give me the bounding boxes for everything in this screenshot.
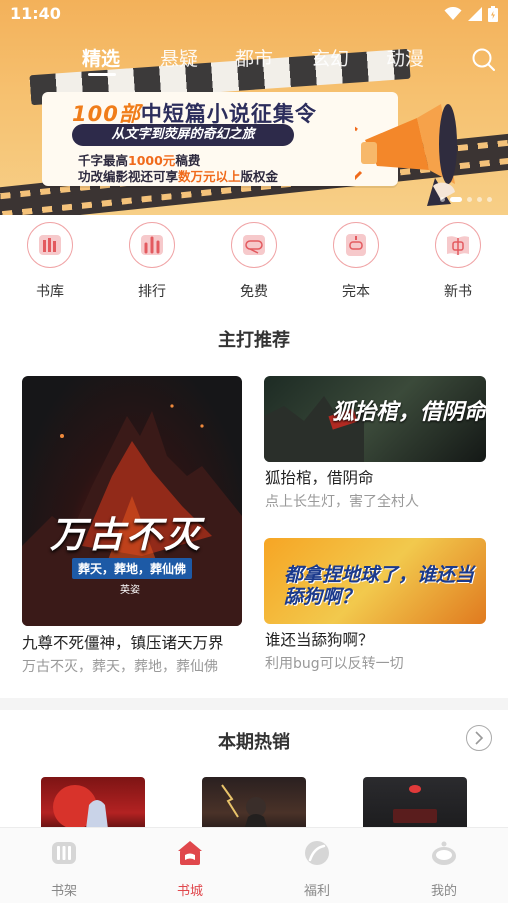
bottom-nav-label: 书架 bbox=[50, 884, 77, 899]
tab-featured[interactable]: 精选 bbox=[82, 44, 120, 71]
completed-icon-wrap bbox=[333, 222, 379, 268]
bottom-nav-label: 书城 bbox=[176, 884, 203, 899]
cover-subtitle-big: 葬天，葬地，葬仙佛 bbox=[72, 558, 193, 579]
free-icon bbox=[243, 235, 265, 255]
bookstore-icon bbox=[178, 841, 202, 865]
bottom-nav-bookshelf[interactable]: 书架 bbox=[24, 838, 104, 899]
wifi-icon bbox=[444, 7, 462, 20]
banner-line-copyright-pre: 功改编影视还可享 bbox=[78, 169, 179, 184]
cover-title-small: 都拿捏地球了，谁还当舔狗啊？ bbox=[284, 564, 475, 608]
tab-urban[interactable]: 都市 bbox=[235, 44, 273, 71]
section-divider bbox=[0, 698, 508, 710]
book-title-small[interactable]: 狐抬棺，借阴命 bbox=[265, 466, 374, 488]
carousel-dot bbox=[440, 197, 445, 202]
quick-nav-library[interactable]: 书库 bbox=[20, 222, 80, 301]
banner-line-copyright: 功改编影视还可享数万元以上版权金 bbox=[78, 166, 278, 185]
quick-nav-free[interactable]: 免费 bbox=[224, 222, 284, 301]
search-icon[interactable] bbox=[470, 46, 496, 72]
bottom-nav-label: 我的 bbox=[430, 884, 457, 899]
banner-subtitle: 从文字到荧屏的奇幻之旅 bbox=[72, 124, 294, 146]
ranking-icon-wrap bbox=[129, 222, 175, 268]
bottom-nav: 书架 书城 福利 我的 bbox=[0, 827, 508, 903]
featured-book-desc: 万古不灭，葬天，葬地，葬仙佛 bbox=[22, 659, 218, 675]
ranking-icon bbox=[141, 235, 163, 255]
quick-nav-new-books[interactable]: 新书 bbox=[428, 222, 488, 301]
megaphone-icon bbox=[355, 104, 457, 206]
carousel-dot bbox=[487, 197, 492, 202]
book-cover-small[interactable]: 狐抬棺，借阴命 bbox=[264, 376, 486, 462]
featured-book-cover-large[interactable]: 万古不灭 葬天，葬地，葬仙佛 英姿 bbox=[22, 376, 242, 626]
library-icon bbox=[39, 235, 61, 255]
profile-icon bbox=[432, 841, 456, 865]
quick-nav-label: 书库 bbox=[36, 284, 64, 300]
featured-section-title: 主打推荐 bbox=[218, 330, 290, 351]
banner-title-number: 100部 bbox=[72, 102, 141, 126]
battery-icon bbox=[488, 6, 498, 22]
status-time: 11:40 bbox=[10, 4, 61, 23]
signal-icon bbox=[468, 7, 482, 21]
quick-nav-label: 新书 bbox=[444, 284, 472, 300]
active-tab-indicator bbox=[88, 73, 116, 76]
bottom-nav-welfare[interactable]: 福利 bbox=[277, 838, 357, 899]
quick-nav-label: 完本 bbox=[342, 284, 370, 300]
carousel-dot bbox=[467, 197, 472, 202]
hot-section-title: 本期热销 bbox=[218, 732, 290, 753]
carousel-dots bbox=[440, 197, 492, 202]
banner-line-copyright-highlight: 数万元以上 bbox=[178, 169, 241, 184]
library-icon-wrap bbox=[27, 222, 73, 268]
category-tabs: 精选 悬疑 都市 玄幻 动漫 bbox=[0, 44, 508, 78]
book-desc-small: 利用bug可以反转一切 bbox=[265, 656, 404, 672]
new-book-icon bbox=[447, 236, 469, 255]
screen: 11:40 精选 悬疑 都市 玄幻 动漫 100部中短篇小说征集令 从文字到荧屏… bbox=[0, 0, 508, 903]
free-icon-wrap bbox=[231, 222, 277, 268]
carousel-dot bbox=[477, 197, 482, 202]
quick-nav-ranking[interactable]: 排行 bbox=[122, 222, 182, 301]
quick-nav: 书库 排行 免费 完本 新书 bbox=[0, 222, 508, 307]
bookshelf-icon bbox=[52, 842, 76, 864]
book-cover-small[interactable]: 都拿捏地球了，谁还当舔狗啊？ bbox=[264, 538, 486, 624]
quick-nav-label: 免费 bbox=[240, 284, 268, 300]
quick-nav-label: 排行 bbox=[138, 284, 166, 300]
bottom-nav-label: 福利 bbox=[303, 884, 330, 899]
status-icons bbox=[444, 6, 498, 22]
welfare-icon bbox=[305, 841, 329, 865]
book-desc-small: 点上长生灯，害了全村人 bbox=[265, 494, 419, 510]
banner-title-text: 中短篇小说征集令 bbox=[140, 102, 317, 126]
banner-line-copyright-post: 版权金 bbox=[240, 169, 279, 184]
featured-book-title[interactable]: 九尊不死僵神，镇压诸天万界 bbox=[22, 631, 224, 653]
cover-title-big: 万古不灭 bbox=[50, 515, 203, 556]
completed-icon bbox=[346, 234, 366, 256]
tab-anime[interactable]: 动漫 bbox=[386, 44, 424, 71]
book-title-small[interactable]: 谁还当舔狗啊？ bbox=[265, 628, 374, 650]
cover-author-big: 英姿 bbox=[120, 585, 140, 596]
tab-fantasy[interactable]: 玄幻 bbox=[311, 44, 349, 71]
chevron-right-icon bbox=[475, 731, 484, 745]
status-bar: 11:40 bbox=[0, 0, 508, 28]
quick-nav-completed[interactable]: 完本 bbox=[326, 222, 386, 301]
cover-title-small: 狐抬棺，借阴命 bbox=[332, 400, 486, 425]
carousel-dot-active bbox=[450, 197, 462, 202]
header-banner-area: 11:40 精选 悬疑 都市 玄幻 动漫 100部中短篇小说征集令 从文字到荧屏… bbox=[0, 0, 508, 215]
bottom-nav-profile[interactable]: 我的 bbox=[404, 838, 484, 899]
new-book-icon-wrap bbox=[435, 222, 481, 268]
more-button[interactable] bbox=[466, 725, 492, 751]
tab-suspense[interactable]: 悬疑 bbox=[160, 44, 198, 71]
bottom-nav-bookstore[interactable]: 书城 bbox=[150, 838, 230, 899]
